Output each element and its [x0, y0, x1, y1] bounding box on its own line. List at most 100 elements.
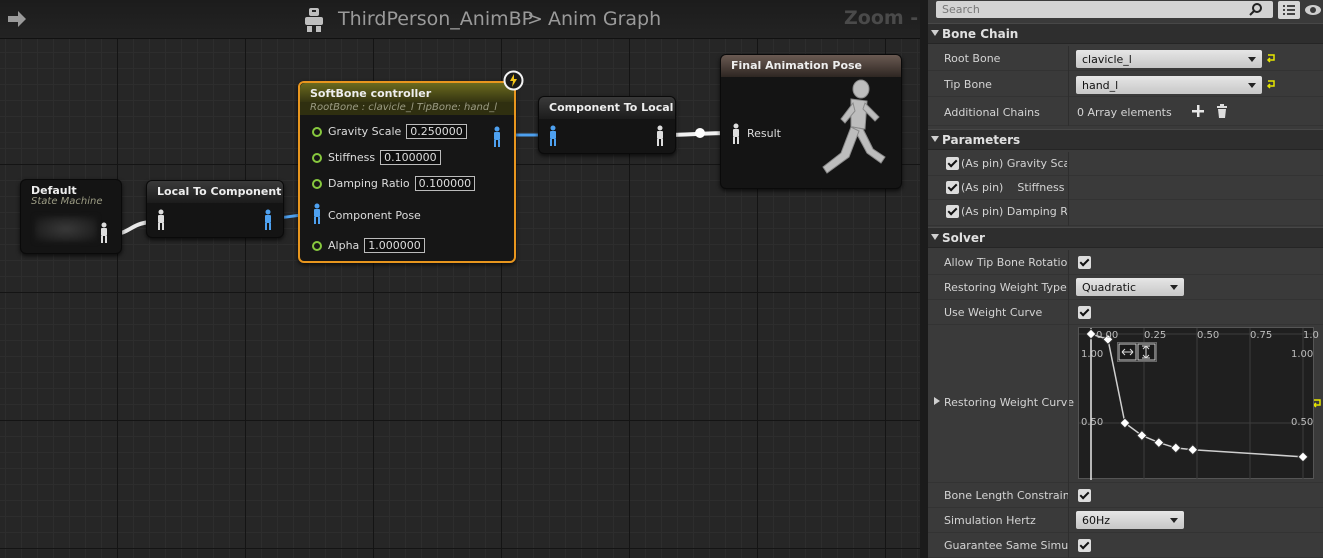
node-subtitle: State Machine: [31, 196, 103, 207]
root-bone-label: Root Bone: [944, 52, 1001, 65]
result-pose-input-pin-icon[interactable]: [731, 123, 741, 145]
expand-arrow-icon[interactable]: [934, 397, 940, 405]
reset-to-default-icon[interactable]: [1266, 79, 1276, 89]
pin-alpha[interactable]: Alpha 1.000000: [312, 238, 425, 253]
chevron-down-icon: [1248, 83, 1256, 88]
node-component-to-local[interactable]: Component To Local: [538, 96, 676, 154]
y-tick: 0.50: [1291, 417, 1314, 428]
float-pin-icon[interactable]: [312, 126, 322, 137]
search-input[interactable]: Search: [936, 1, 1273, 18]
chevron-down-icon: [1248, 57, 1256, 62]
row-guarantee-same-simulation: Guarantee Same Simula: [928, 533, 1323, 558]
simulation-hertz-combo[interactable]: 60Hz: [1076, 511, 1184, 529]
column-divider[interactable]: [1068, 46, 1069, 126]
float-pin-icon[interactable]: [312, 152, 322, 163]
node-default-state-machine[interactable]: Default State Machine: [20, 179, 122, 254]
fit-horizontal-icon[interactable]: [1118, 343, 1137, 361]
view-options-icon[interactable]: [1278, 1, 1300, 19]
curve-key-point[interactable]: [1187, 444, 1199, 456]
restoring-weight-curve-label: Restoring Weight Curve: [944, 396, 1074, 409]
component-pose-input-pin-icon[interactable]: [312, 203, 322, 225]
category-label: Solver: [942, 231, 985, 245]
category-solver[interactable]: Solver: [928, 227, 1323, 248]
float-pin-icon[interactable]: [312, 178, 322, 189]
as-pin-stiffness-checkbox[interactable]: [946, 181, 959, 194]
additional-chains-label: Additional Chains: [944, 106, 1040, 119]
tip-bone-combo[interactable]: hand_l: [1076, 76, 1262, 94]
row-allow-tip-rotation: Allow Tip Bone Rotation: [928, 250, 1323, 275]
simulation-hertz-label: Simulation Hertz: [944, 514, 1036, 527]
category-bone-chain[interactable]: Bone Chain: [928, 23, 1323, 44]
pin-label: Alpha: [328, 239, 360, 252]
bone-length-checkbox[interactable]: [1078, 489, 1091, 502]
bone-length-label: Bone Length Constraint: [944, 489, 1068, 502]
pin-damping-ratio[interactable]: Damping Ratio 0.100000: [312, 176, 476, 191]
curve-key-point[interactable]: [1170, 442, 1182, 454]
root-bone-combo[interactable]: clavicle_l: [1076, 50, 1262, 68]
node-title: Local To Component: [147, 181, 283, 203]
row-bone-length-constraint: Bone Length Constraint: [928, 483, 1323, 508]
damping-ratio-input[interactable]: 0.100000: [414, 176, 476, 191]
breadcrumb-asset[interactable]: ThirdPerson_AnimBP: [338, 8, 533, 30]
row-as-pin-gravity: (As pin) Gravity Sca: [928, 152, 1323, 176]
zoom-level: Zoom -1: [844, 7, 920, 29]
row-additional-chains: Additional Chains 0 Array elements: [928, 98, 1323, 126]
node-softbone-controller[interactable]: SoftBone controller RootBone : clavicle_…: [298, 81, 516, 263]
guarantee-label: Guarantee Same Simula: [944, 539, 1068, 552]
pin-gravity-scale[interactable]: Gravity Scale 0.250000: [312, 124, 467, 139]
guarantee-checkbox[interactable]: [1078, 539, 1091, 552]
as-pin-damping-checkbox[interactable]: [946, 205, 959, 218]
fit-vertical-icon[interactable]: [1137, 343, 1156, 361]
back-arrow-icon[interactable]: [6, 9, 28, 29]
use-weight-curve-label: Use Weight Curve: [944, 306, 1043, 319]
trash-icon[interactable]: [1216, 104, 1228, 118]
category-parameters[interactable]: Parameters: [928, 129, 1323, 150]
pose-input-pin-icon[interactable]: [156, 209, 166, 231]
row-simulation-hertz: Simulation Hertz 60Hz: [928, 508, 1323, 533]
allow-tip-rotation-checkbox[interactable]: [1078, 256, 1091, 269]
curve-key-point[interactable]: [1085, 328, 1097, 340]
curve-key-point[interactable]: [1153, 436, 1165, 449]
as-pin-label: (As pin) Stiffness: [961, 181, 1065, 194]
combo-value: clavicle_l: [1082, 53, 1132, 66]
anim-blueprint-icon: [305, 8, 323, 32]
stiffness-input[interactable]: 0.100000: [380, 150, 441, 165]
category-label: Bone Chain: [942, 27, 1019, 41]
pin-stiffness[interactable]: Stiffness 0.100000: [312, 150, 441, 165]
as-pin-gravity-checkbox[interactable]: [946, 157, 959, 170]
state-machine-preview: [35, 216, 97, 242]
graph-header: ThirdPerson_AnimBP > Anim Graph Zoom -1: [0, 0, 920, 39]
use-weight-curve-checkbox[interactable]: [1078, 306, 1091, 319]
component-pose-output-pin-icon[interactable]: [263, 209, 273, 231]
float-pin-icon[interactable]: [312, 240, 322, 251]
node-final-animation-pose[interactable]: Final Animation Pose Result: [720, 54, 902, 189]
pose-output-pin-icon[interactable]: [492, 126, 502, 148]
curve-plot[interactable]: [1079, 328, 1315, 480]
app-window: Default State Machine Local To Component…: [0, 0, 1323, 558]
weight-curve-editor[interactable]: 0.00 0.25 0.50 0.75 1.0 1.00 0.50 1.00 0…: [1078, 327, 1319, 480]
breadcrumb-separator: >: [527, 8, 543, 30]
pin-label: Component Pose: [328, 209, 421, 222]
row-root-bone: Root Bone clavicle_l: [928, 46, 1323, 71]
alpha-input[interactable]: 1.000000: [364, 238, 425, 253]
node-local-to-component[interactable]: Local To Component: [146, 180, 284, 238]
eye-icon[interactable]: [1304, 2, 1322, 18]
node-title: Final Animation Pose: [721, 55, 901, 77]
as-pin-label: (As pin) Damping Ra: [961, 205, 1067, 218]
column-divider[interactable]: [1068, 250, 1069, 558]
column-divider[interactable]: [1068, 152, 1069, 226]
row-restoring-weight-type: Restoring Weight Type Quadratic: [928, 275, 1323, 300]
component-pose-input-pin-icon[interactable]: [548, 125, 558, 147]
row-as-pin-stiffness: (As pin) Stiffness: [928, 176, 1323, 200]
curve-key-point[interactable]: [1297, 451, 1309, 463]
pose-output-pin-icon[interactable]: [99, 222, 109, 244]
breadcrumb-graph[interactable]: Anim Graph: [548, 8, 661, 30]
gravity-scale-input[interactable]: 0.250000: [406, 124, 467, 139]
pin-component-pose[interactable]: Component Pose: [328, 209, 421, 222]
reset-to-default-icon[interactable]: [1266, 53, 1276, 63]
anim-graph-canvas[interactable]: Default State Machine Local To Component…: [0, 0, 920, 558]
restoring-weight-type-combo[interactable]: Quadratic: [1076, 278, 1184, 296]
as-pin-label: (As pin) Gravity Sca: [961, 157, 1067, 170]
add-element-icon[interactable]: [1192, 105, 1204, 117]
pose-output-pin-icon[interactable]: [655, 125, 665, 147]
